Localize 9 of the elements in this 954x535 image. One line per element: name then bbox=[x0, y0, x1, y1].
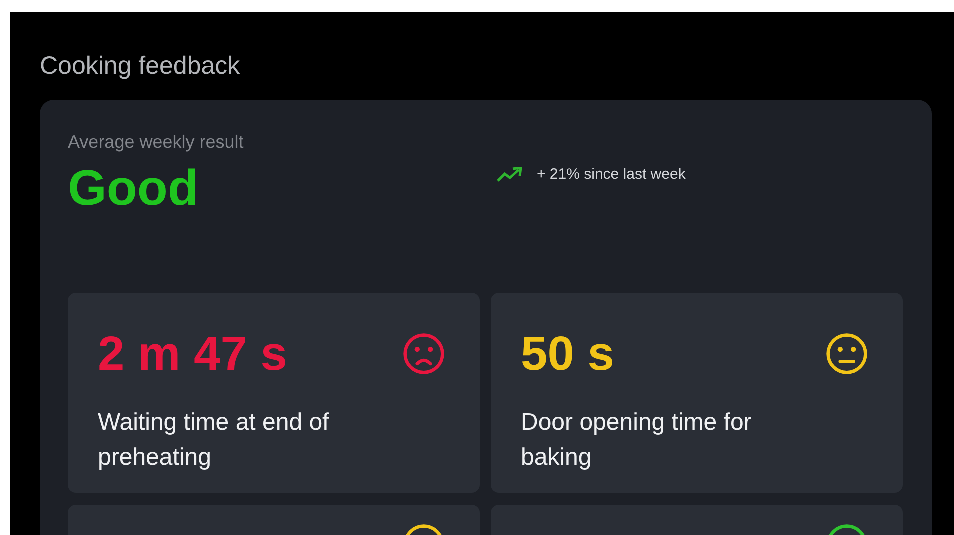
trend-up-icon bbox=[497, 166, 523, 182]
summary-result: Good bbox=[68, 159, 200, 217]
metric-label: Waiting time at end of preheating bbox=[98, 408, 330, 473]
metric-label: Door opening time for baking bbox=[521, 408, 753, 473]
metric-value: 2 m 47 s bbox=[98, 326, 288, 382]
trend-text: + 21% since last week bbox=[537, 166, 686, 183]
page-title: Cooking feedback bbox=[40, 51, 242, 82]
summary-label: Average weekly result bbox=[68, 132, 245, 153]
metric-value: 50 s bbox=[521, 326, 614, 382]
